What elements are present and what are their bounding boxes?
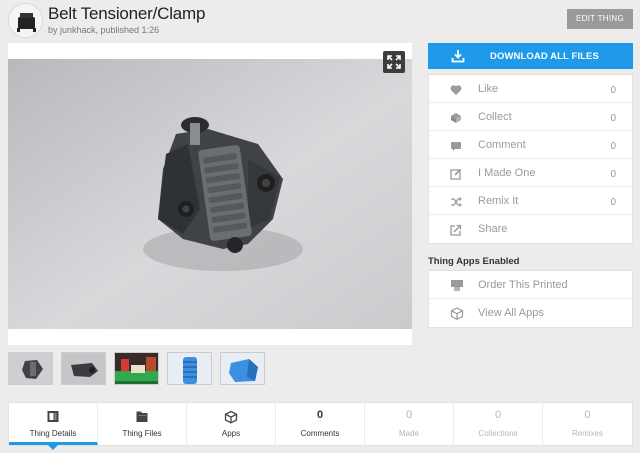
- view-all-apps-item[interactable]: View All Apps: [429, 299, 632, 327]
- tab-thing-files[interactable]: Thing Files: [98, 403, 187, 445]
- cube-icon: [224, 410, 238, 424]
- shuffle-icon: [451, 197, 462, 207]
- remix-it-action[interactable]: Remix It 0: [429, 187, 632, 215]
- like-label: Like: [478, 83, 499, 95]
- tab-thing-details[interactable]: Thing Details: [9, 403, 98, 445]
- tab-label: Thing Details: [29, 429, 77, 438]
- tab-count: 0: [316, 409, 324, 421]
- remix-it-count: 0: [610, 197, 616, 208]
- thing-tabs: Thing Details Thing Files Apps 0 Comment…: [8, 402, 633, 446]
- thumbnail[interactable]: [61, 352, 106, 385]
- thumbnail[interactable]: [8, 352, 53, 385]
- comment-count: 0: [610, 141, 616, 152]
- tab-label: Comments: [300, 429, 340, 438]
- share-label: Share: [478, 223, 508, 235]
- edit-thing-button[interactable]: EDIT THING: [567, 9, 633, 29]
- tab-count: 0: [405, 409, 413, 421]
- printer-icon: [451, 280, 463, 291]
- details-icon: [47, 411, 59, 422]
- i-made-one-action[interactable]: I Made One 0: [429, 159, 632, 187]
- tab-comments[interactable]: 0 Comments: [276, 403, 365, 445]
- expand-icon[interactable]: [383, 51, 405, 73]
- like-action[interactable]: Like 0: [429, 75, 632, 103]
- comment-icon: [451, 142, 461, 151]
- tab-apps[interactable]: Apps: [187, 403, 276, 445]
- i-made-one-label: I Made One: [478, 167, 536, 179]
- active-tab-caret: [47, 444, 59, 450]
- tab-label: Apps: [221, 429, 241, 438]
- comment-action[interactable]: Comment 0: [429, 131, 632, 159]
- main-photo[interactable]: [8, 43, 412, 345]
- tab-label: Made: [398, 429, 419, 438]
- share-action[interactable]: Share: [429, 215, 632, 243]
- tab-count: 0: [494, 409, 502, 421]
- collect-icon: [451, 113, 461, 123]
- tab-count: 0: [584, 409, 591, 421]
- i-made-one-count: 0: [610, 169, 616, 180]
- thumbnail[interactable]: [167, 352, 212, 385]
- download-tray-icon: [451, 50, 465, 63]
- thumbnail[interactable]: [220, 352, 265, 385]
- collect-label: Collect: [478, 111, 512, 123]
- avatar[interactable]: [8, 3, 43, 38]
- author-byline[interactable]: by junkhack, published 1:26: [48, 25, 159, 35]
- action-list: Like 0 Collect 0 Comment 0 I Made One 0 …: [428, 74, 633, 244]
- collect-count: 0: [610, 113, 616, 124]
- download-label: DOWNLOAD ALL FILES: [490, 51, 599, 62]
- tab-label: Remixes: [571, 429, 604, 438]
- collect-action[interactable]: Collect 0: [429, 103, 632, 131]
- thing-header: Belt Tensioner/Clamp by junkhack, publis…: [0, 0, 640, 42]
- tab-label: Collections: [478, 429, 518, 438]
- tab-label: Thing Files: [122, 429, 162, 438]
- download-all-files-button[interactable]: DOWNLOAD ALL FILES: [428, 43, 633, 69]
- order-this-printed-item[interactable]: Order This Printed: [429, 271, 632, 299]
- comment-label: Comment: [478, 139, 526, 151]
- remix-it-label: Remix It: [478, 195, 519, 207]
- share-icon: [450, 224, 462, 236]
- thing-apps-heading: Thing Apps Enabled: [428, 256, 520, 267]
- page-title: Belt Tensioner/Clamp: [48, 4, 206, 23]
- tab-made[interactable]: 0 Made: [365, 403, 454, 445]
- like-count: 0: [610, 85, 616, 96]
- cube-icon: [450, 307, 464, 320]
- thumbnail[interactable]: [114, 352, 159, 385]
- heart-icon: [450, 85, 462, 95]
- pencil-square-icon: [450, 168, 462, 180]
- tab-collections[interactable]: 0 Collections: [454, 403, 543, 445]
- tab-remixes[interactable]: 0 Remixes: [543, 403, 632, 445]
- view-all-apps-label: View All Apps: [478, 307, 544, 319]
- folder-icon: [136, 411, 148, 422]
- thing-apps-list: Order This Printed View All Apps: [428, 270, 633, 328]
- order-this-printed-label: Order This Printed: [478, 279, 568, 291]
